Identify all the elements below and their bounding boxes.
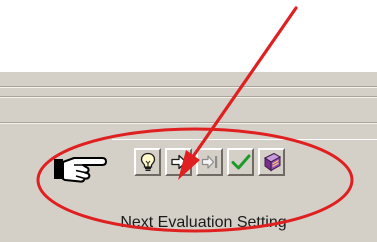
skip-to-end-button[interactable] [196, 148, 223, 176]
skip-to-end-icon [201, 155, 217, 169]
panel-divider-highlight [0, 123, 377, 124]
checkmark-icon [231, 154, 250, 170]
hint-button[interactable] [134, 148, 161, 176]
next-arrow-icon [170, 154, 187, 170]
panel-divider-highlight [0, 87, 377, 88]
screenshot-stage: Next Evaluation Setting [0, 0, 377, 242]
next-button[interactable] [165, 148, 192, 176]
accept-button[interactable] [227, 148, 254, 176]
lightbulb-icon [140, 152, 155, 171]
pointing-hand-icon [54, 157, 107, 183]
panel-divider-highlight [0, 97, 377, 98]
reference-book-button[interactable] [258, 148, 285, 176]
book-icon [263, 152, 281, 172]
button-tooltip-caption: Next Evaluation Setting [120, 214, 287, 231]
